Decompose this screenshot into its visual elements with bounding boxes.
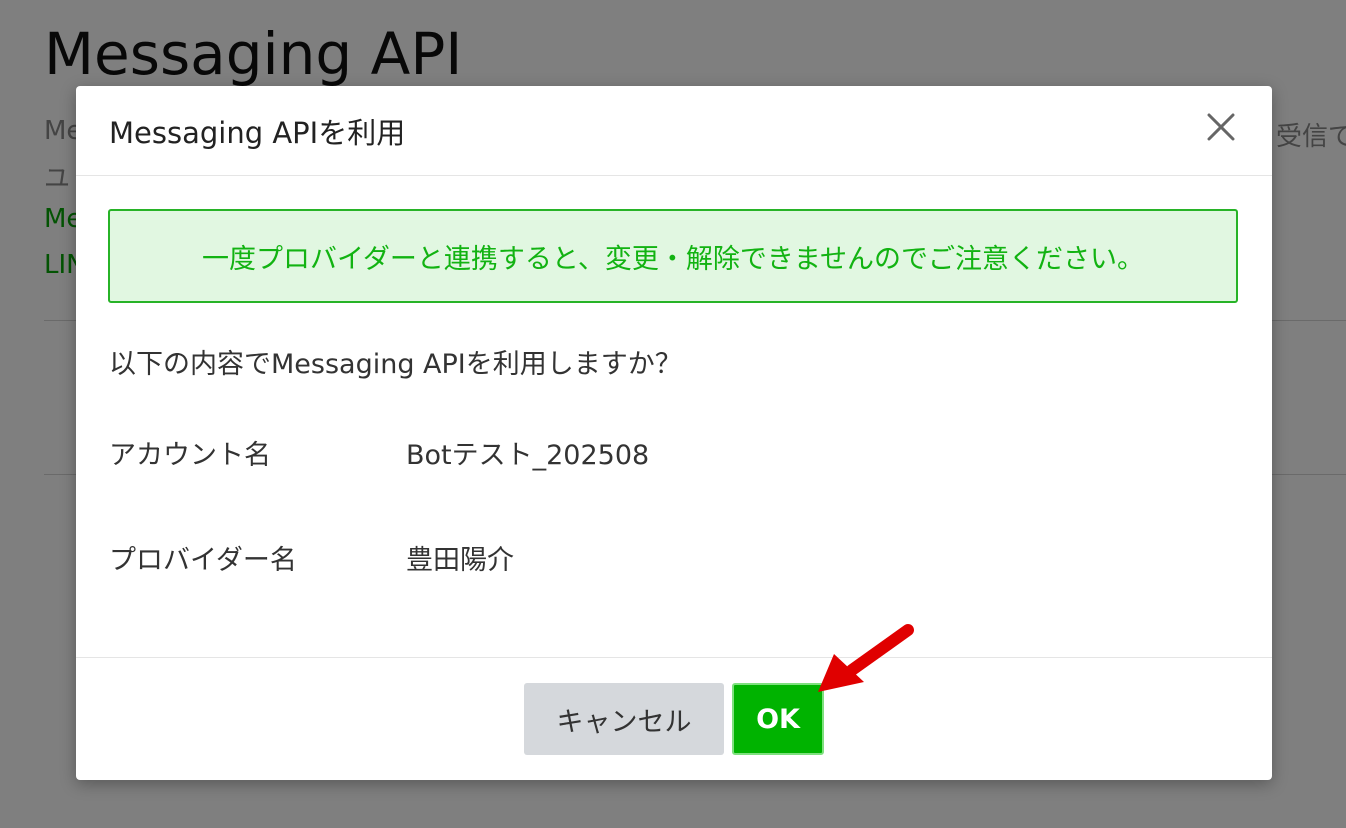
page: Messaging API Me 受信で ユ Me LIN Messaging … [0,0,1346,828]
account-name-label: アカウント名 [109,440,271,471]
provider-name-value: 豊田陽介 [406,545,514,576]
account-name-value: Botテスト_202508 [406,440,650,471]
confirmation-question: 以下の内容でMessaging APIを利用しますか？ [109,349,682,380]
cancel-button[interactable]: キャンセル [524,683,724,755]
close-button[interactable] [1202,108,1240,146]
messaging-api-dialog: Messaging APIを利用 一度プロバイダーと連携すると、変更・解除できま… [76,86,1272,780]
ok-button[interactable]: OK [732,683,824,755]
modal-footer: キャンセル OK [76,657,1272,780]
modal-header: Messaging APIを利用 [76,86,1272,176]
provider-name-label: プロバイダー名 [109,545,297,576]
close-icon [1207,113,1235,141]
modal-title: Messaging APIを利用 [109,116,406,150]
annotation-arrow-icon [818,624,914,692]
alert-text: 一度プロバイダーと連携すると、変更・解除できませんのでご注意ください。 [201,243,1145,275]
warning-alert: 一度プロバイダーと連携すると、変更・解除できませんのでご注意ください。 [108,209,1238,303]
